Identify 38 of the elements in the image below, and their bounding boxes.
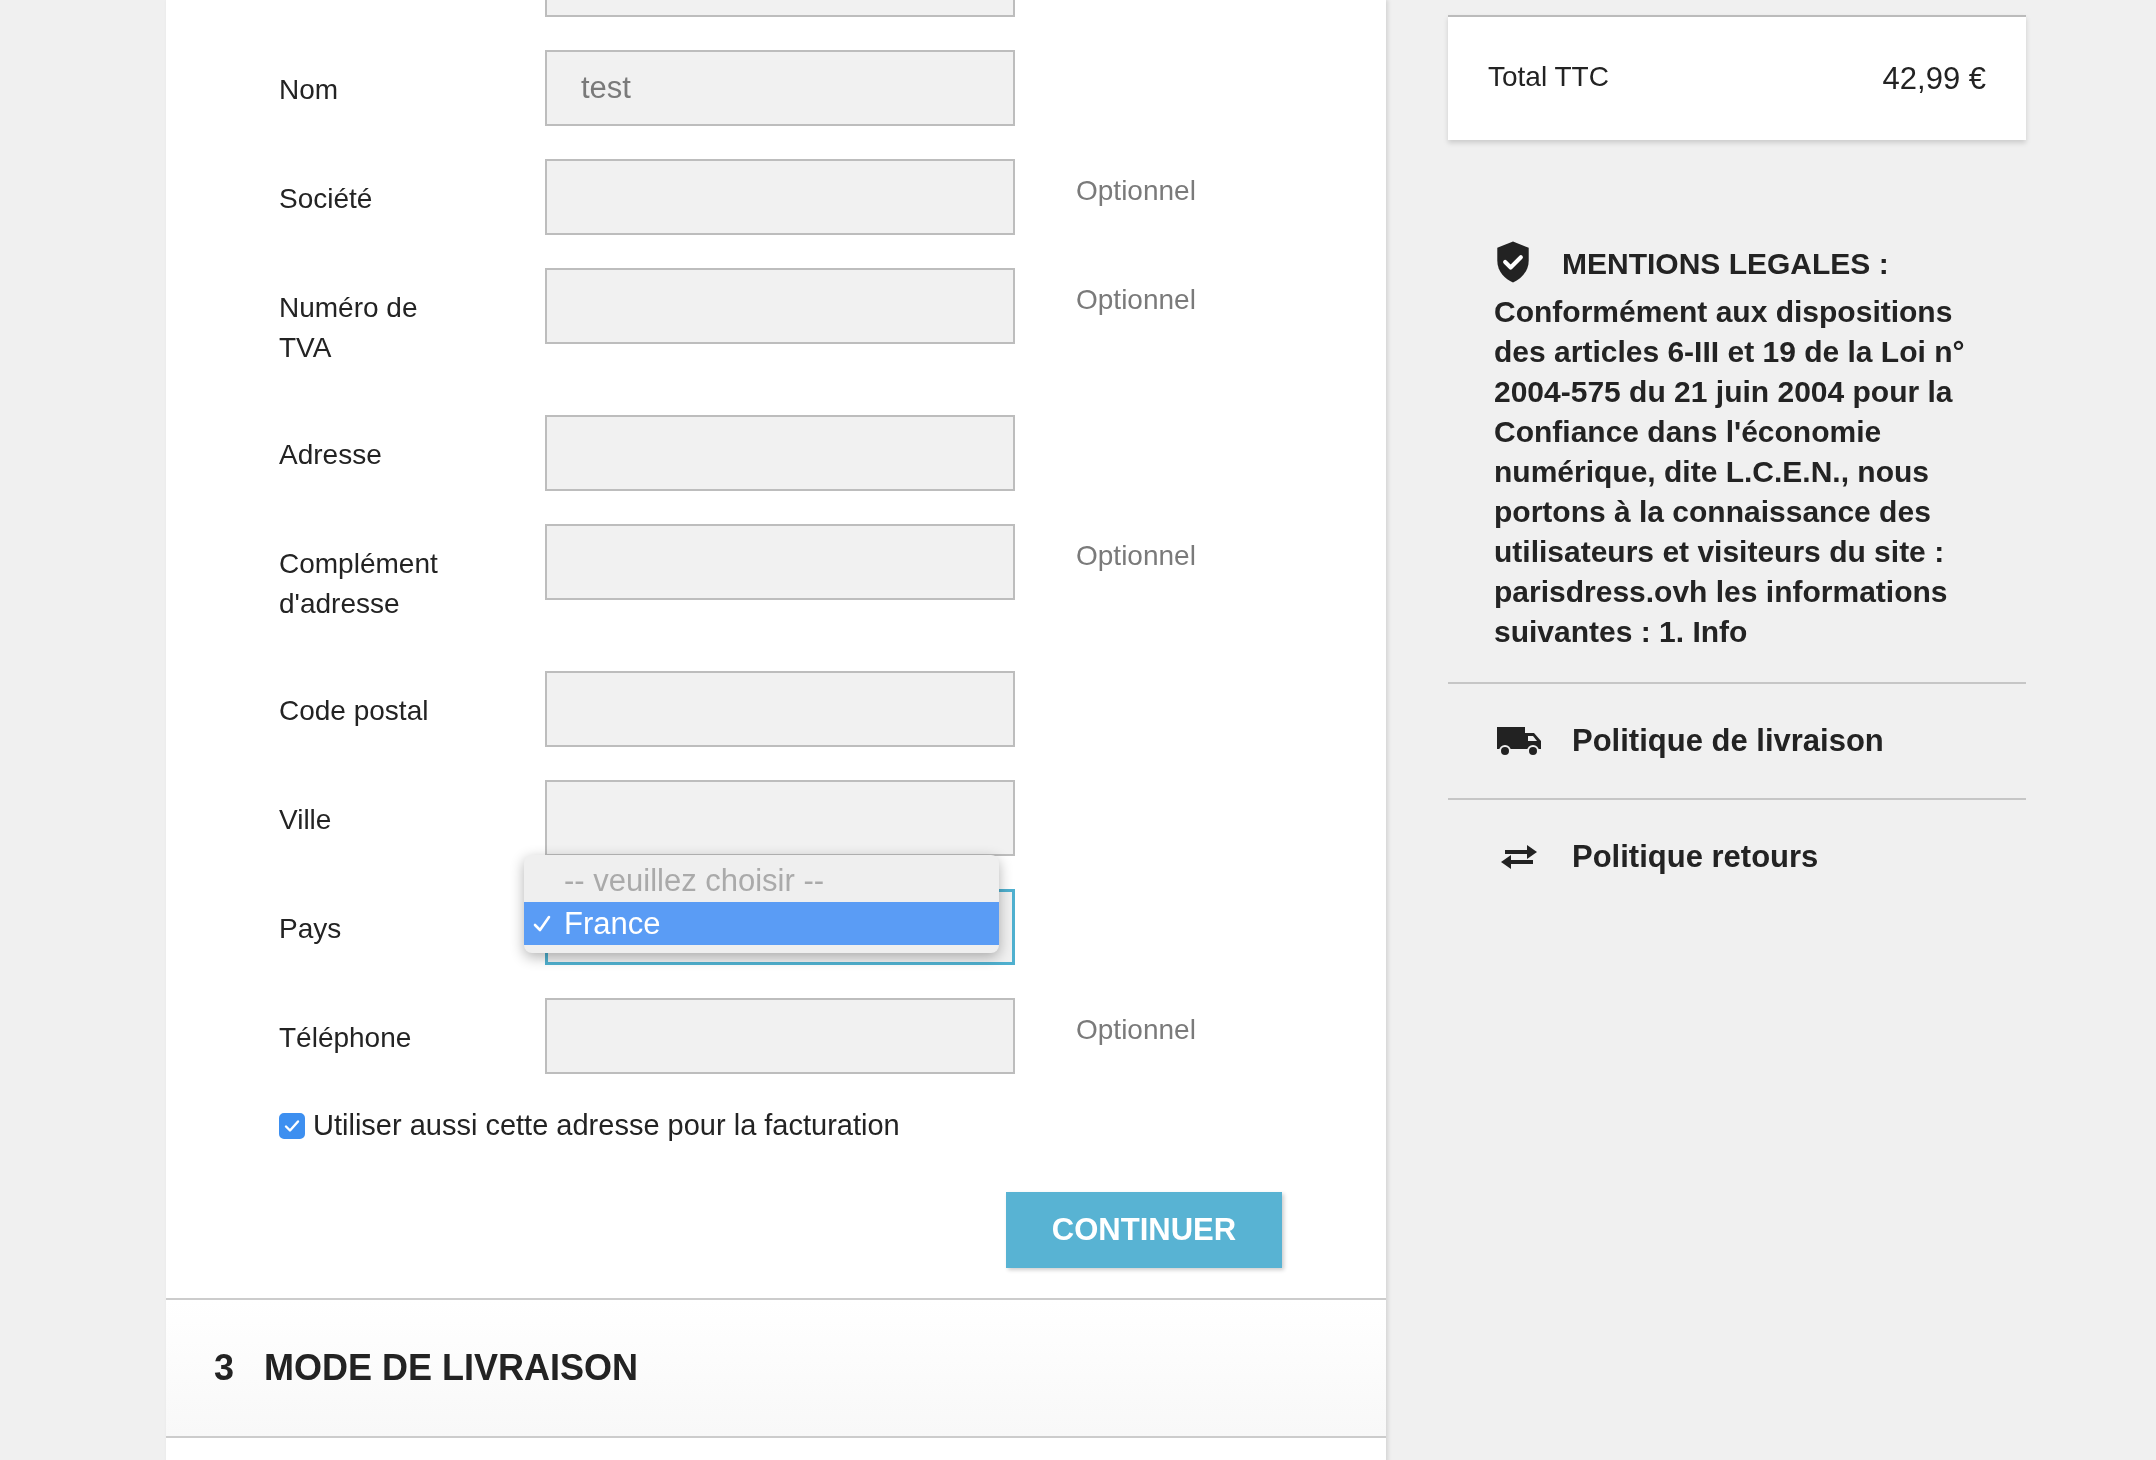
- field-label: Ville: [279, 803, 332, 837]
- section-title: MODE DE LIVRAISON: [264, 1347, 639, 1389]
- field-label: Pays: [279, 912, 342, 946]
- total-value: 42,99 €: [1882, 60, 1986, 97]
- step-number: 3: [214, 1347, 235, 1389]
- policy-link[interactable]: Politique de livraison: [1572, 723, 1884, 759]
- field-label: Code postal: [279, 694, 429, 728]
- optional-label: Optionnel: [1076, 540, 1196, 571]
- field-label: Complément d'adresse: [279, 547, 439, 621]
- truck-icon: [1495, 725, 1543, 757]
- optional-label: Optionnel: [1076, 284, 1196, 315]
- optional-label: Optionnel: [1076, 1014, 1196, 1045]
- checkbox[interactable]: [279, 1112, 305, 1139]
- legal-text: Conformément aux dispositions des articles 6-III et 19 de la Loi n° 2004-575 du 21 juin 2004 pour la Confiance dans l'économie numérique, dite L.C.E.N., nous portons à la connaissance des utilisateurs et visiteurs du site : parisdress.ovh les informations suivantes : 1. Info: [1494, 294, 1966, 650]
- field-label: Société: [279, 182, 373, 216]
- input-field[interactable]: [545, 780, 1015, 856]
- input-field[interactable]: test: [545, 50, 1015, 126]
- dropdown-option[interactable]: France: [524, 902, 999, 945]
- field-label: Nom: [279, 73, 339, 107]
- input-field[interactable]: [545, 524, 1015, 600]
- total-label: Total TTC: [1488, 60, 1609, 94]
- input-field[interactable]: [545, 671, 1015, 747]
- field-label: Numéro de TVA: [279, 291, 419, 365]
- input-field[interactable]: [545, 0, 1015, 17]
- shield-check-icon: [1494, 240, 1532, 284]
- input-field[interactable]: [545, 268, 1015, 344]
- input-field[interactable]: [545, 998, 1015, 1074]
- input-field[interactable]: [545, 415, 1015, 491]
- optional-label: Optionnel: [1076, 175, 1196, 206]
- field-label: Téléphone: [279, 1021, 412, 1055]
- policy-link[interactable]: Politique retours: [1572, 839, 1819, 875]
- swap-arrows-icon: [1499, 843, 1539, 871]
- input-field[interactable]: [545, 159, 1015, 235]
- checkmark-icon: [532, 913, 552, 934]
- legal-title: MENTIONS LEGALES :: [1562, 247, 1889, 281]
- continue-button[interactable]: CONTINUER: [1006, 1192, 1282, 1268]
- checkbox-label: Utiliser aussi cette adresse pour la facturation: [313, 1109, 900, 1142]
- field-label: Adresse: [279, 438, 382, 472]
